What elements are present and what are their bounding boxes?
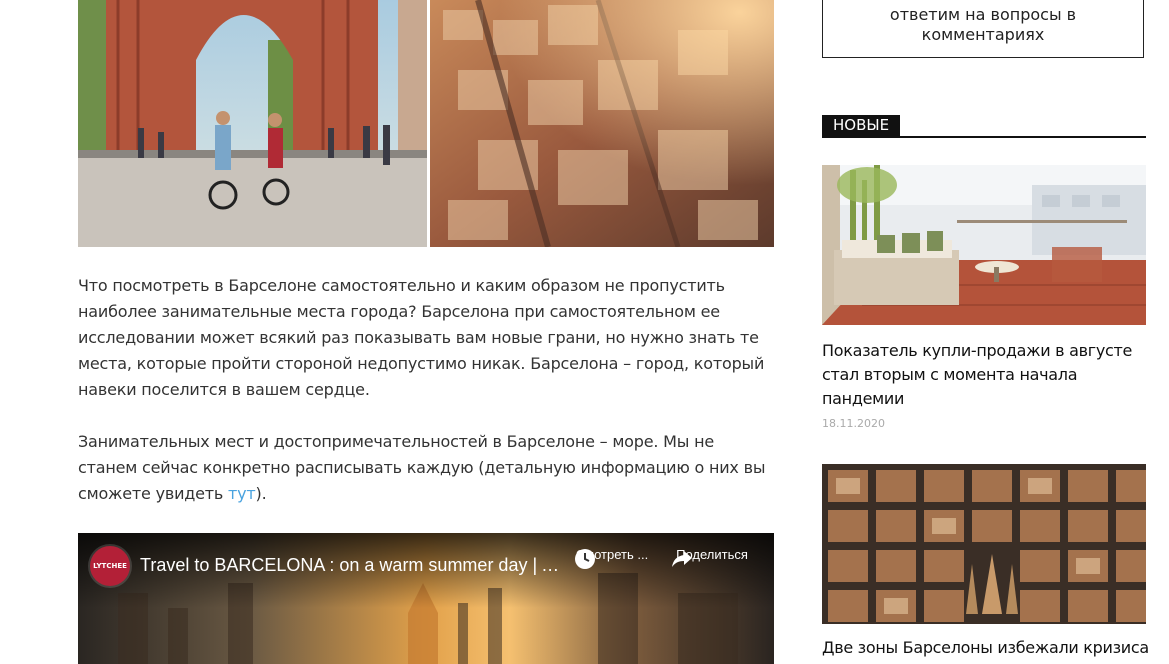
- post-date: 18.11.2020: [822, 417, 885, 430]
- share-button[interactable]: Поделиться: [670, 547, 754, 567]
- article-paragraph: Занимательных мест и достопримечательнос…: [78, 429, 768, 507]
- video-title[interactable]: Travel to BARCELONA : on a warm summer d…: [140, 555, 565, 576]
- clock-icon: [575, 549, 595, 569]
- post-thumbnail[interactable]: [822, 165, 1146, 325]
- article-paragraph: Что посмотреть в Барселоне самостоятельн…: [78, 276, 765, 399]
- callout-line: ответим на вопросы в: [889, 5, 1077, 24]
- share-arrow-icon: [672, 551, 692, 567]
- video-embed[interactable]: LYTCHEE Travel to BARCELONA : on a warm …: [78, 533, 774, 664]
- paragraph-text: Занимательных мест и достопримечательнос…: [78, 432, 766, 503]
- comments-callout: ул ответим на вопросы в комментариях: [822, 0, 1144, 58]
- post-title-link[interactable]: Показатель купли-продажи в августе стал …: [822, 339, 1152, 411]
- channel-avatar[interactable]: LYTCHEE: [90, 546, 130, 586]
- section-title: НОВЫЕ: [822, 115, 901, 136]
- section-heading: НОВЫЕ: [822, 115, 1146, 138]
- post-thumbnail[interactable]: [822, 464, 1146, 624]
- post-title-link[interactable]: Две зоны Барселоны избежали кризиса: [822, 636, 1152, 660]
- paragraph-end: ).: [255, 484, 267, 503]
- watch-later-button[interactable]: Смотреть ...: [573, 547, 651, 569]
- callout-line: комментариях: [921, 25, 1045, 44]
- article-hero-image: [78, 0, 774, 247]
- details-link[interactable]: тут: [228, 484, 256, 503]
